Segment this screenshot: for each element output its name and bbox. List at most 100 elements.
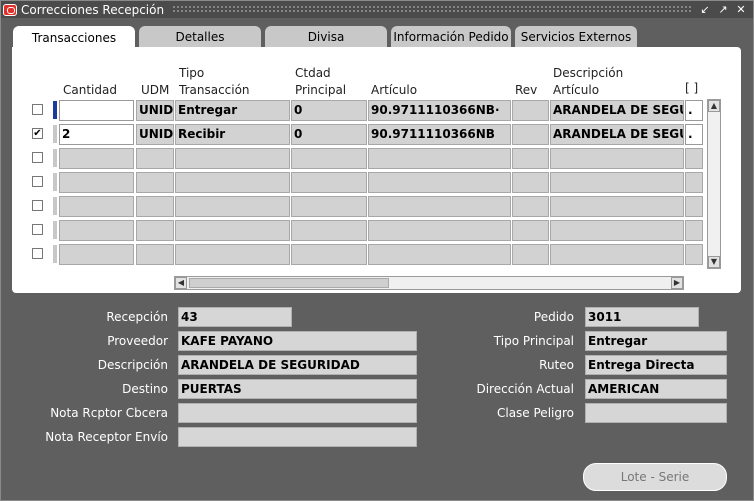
articulo-cell[interactable]: 90.9711110366NB· bbox=[368, 100, 511, 121]
tipo-cell[interactable]: Recibir bbox=[175, 124, 290, 145]
udm-cell[interactable] bbox=[136, 196, 174, 217]
extra-cell[interactable] bbox=[685, 148, 703, 169]
nota-cabecera-field[interactable] bbox=[178, 403, 417, 423]
scroll-left-icon[interactable]: ◀ bbox=[175, 277, 187, 289]
rev-cell[interactable] bbox=[512, 148, 549, 169]
direccion-actual-field[interactable]: AMERICAN bbox=[585, 379, 727, 399]
extra-cell[interactable] bbox=[685, 196, 703, 217]
scroll-thumb[interactable] bbox=[189, 278, 389, 288]
articulo-cell[interactable]: 90.9711110366NB bbox=[368, 124, 511, 145]
tab-servicios-externos[interactable]: Servicios Externos bbox=[515, 26, 637, 48]
scroll-down-icon[interactable]: ▼ bbox=[708, 256, 720, 268]
articulo-cell[interactable] bbox=[368, 172, 511, 193]
row-checkbox[interactable] bbox=[32, 176, 43, 187]
rev-cell[interactable] bbox=[512, 220, 549, 241]
rev-cell[interactable] bbox=[512, 244, 549, 265]
row-checkbox[interactable] bbox=[32, 152, 43, 163]
udm-cell[interactable] bbox=[136, 244, 174, 265]
cantidad-input[interactable] bbox=[59, 172, 134, 193]
cantidad-input[interactable] bbox=[59, 220, 134, 241]
rev-cell[interactable] bbox=[512, 124, 549, 145]
ctdad-cell[interactable]: 0 bbox=[291, 124, 367, 145]
descripcion-cell[interactable]: ARANDELA DE SEGU bbox=[550, 124, 684, 145]
close-icon[interactable]: ✕ bbox=[735, 3, 747, 16]
tipo-cell[interactable] bbox=[175, 244, 290, 265]
rev-cell[interactable] bbox=[512, 172, 549, 193]
cantidad-input[interactable]: 2 bbox=[59, 124, 134, 145]
destino-field[interactable]: PUERTAS bbox=[178, 379, 417, 399]
udm-cell[interactable] bbox=[136, 220, 174, 241]
clase-peligro-field[interactable] bbox=[585, 403, 727, 423]
cantidad-input[interactable] bbox=[59, 100, 134, 121]
extra-cell[interactable]: . bbox=[685, 100, 703, 121]
extra-cell[interactable] bbox=[685, 172, 703, 193]
descripcion-cell[interactable] bbox=[550, 148, 684, 169]
descripcion-cell[interactable] bbox=[550, 172, 684, 193]
rev-cell[interactable] bbox=[512, 100, 549, 121]
articulo-cell[interactable] bbox=[368, 196, 511, 217]
articulo-cell[interactable] bbox=[368, 244, 511, 265]
table-row[interactable] bbox=[12, 172, 741, 193]
ctdad-cell[interactable] bbox=[291, 244, 367, 265]
scroll-up-icon[interactable]: ▲ bbox=[708, 100, 720, 112]
row-checkbox[interactable] bbox=[32, 248, 43, 259]
vertical-scrollbar[interactable]: ▲ ▼ bbox=[707, 99, 721, 269]
row-checkbox[interactable] bbox=[32, 104, 43, 115]
header-articulo: Artículo bbox=[371, 83, 418, 97]
ctdad-cell[interactable]: 0 bbox=[291, 100, 367, 121]
title-bar[interactable]: Correcciones Recepción ↙ ↗ ✕ bbox=[1, 1, 753, 18]
tipo-cell[interactable] bbox=[175, 220, 290, 241]
table-row[interactable]: ✔ 2 UNID. Recibir 0 90.9711110366NB ARAN… bbox=[12, 124, 741, 145]
proveedor-field[interactable]: KAFE PAYANO bbox=[178, 331, 417, 351]
cantidad-input[interactable] bbox=[59, 148, 134, 169]
ruteo-field[interactable]: Entrega Directa bbox=[585, 355, 727, 375]
cantidad-input[interactable] bbox=[59, 244, 134, 265]
extra-cell[interactable] bbox=[685, 220, 703, 241]
table-row[interactable] bbox=[12, 196, 741, 217]
tipo-cell[interactable] bbox=[175, 172, 290, 193]
descripcion-cell[interactable] bbox=[550, 196, 684, 217]
udm-cell[interactable] bbox=[136, 148, 174, 169]
descripcion-cell[interactable] bbox=[550, 244, 684, 265]
tab-detalles[interactable]: Detalles bbox=[139, 26, 261, 48]
maximize-icon[interactable]: ↗ bbox=[717, 3, 729, 16]
extra-cell[interactable]: . bbox=[685, 124, 703, 145]
ctdad-cell[interactable] bbox=[291, 148, 367, 169]
articulo-cell[interactable] bbox=[368, 148, 511, 169]
tipo-cell[interactable]: Entregar bbox=[175, 100, 290, 121]
ctdad-cell[interactable] bbox=[291, 172, 367, 193]
horizontal-scrollbar[interactable]: ◀ ▶ bbox=[174, 276, 684, 290]
tipo-cell[interactable] bbox=[175, 196, 290, 217]
tipo-principal-field[interactable]: Entregar bbox=[585, 331, 727, 351]
row-checkbox[interactable]: ✔ bbox=[32, 128, 43, 139]
cantidad-input[interactable] bbox=[59, 196, 134, 217]
lote-serie-button[interactable]: Lote - Serie bbox=[583, 463, 727, 491]
recepcion-field[interactable]: 43 bbox=[178, 307, 292, 327]
ctdad-cell[interactable] bbox=[291, 196, 367, 217]
pedido-field[interactable]: 3011 bbox=[585, 307, 699, 327]
scroll-right-icon[interactable]: ▶ bbox=[671, 277, 683, 289]
tipo-cell[interactable] bbox=[175, 148, 290, 169]
tab-informacion-pedido[interactable]: Información Pedido bbox=[391, 26, 511, 48]
tab-divisa[interactable]: Divisa bbox=[265, 26, 387, 48]
row-checkbox[interactable] bbox=[32, 224, 43, 235]
descripcion-cell[interactable] bbox=[550, 220, 684, 241]
udm-cell[interactable]: UNID. bbox=[136, 100, 174, 121]
ctdad-cell[interactable] bbox=[291, 220, 367, 241]
rev-cell[interactable] bbox=[512, 196, 549, 217]
table-row[interactable] bbox=[12, 244, 741, 265]
tab-transacciones[interactable]: Transacciones bbox=[13, 26, 135, 50]
table-row[interactable] bbox=[12, 220, 741, 241]
table-row[interactable] bbox=[12, 148, 741, 169]
articulo-cell[interactable] bbox=[368, 220, 511, 241]
nota-envio-field[interactable] bbox=[178, 427, 417, 447]
descripcion-field[interactable]: ARANDELA DE SEGURIDAD bbox=[178, 355, 417, 375]
udm-cell[interactable]: UNID. bbox=[136, 124, 174, 145]
udm-cell[interactable] bbox=[136, 172, 174, 193]
table-row[interactable]: UNID. Entregar 0 90.9711110366NB· ARANDE… bbox=[12, 100, 741, 121]
row-checkbox[interactable] bbox=[32, 200, 43, 211]
descripcion-cell[interactable]: ARANDELA DE SEGU bbox=[550, 100, 684, 121]
extra-cell[interactable] bbox=[685, 244, 703, 265]
row-marker bbox=[53, 197, 57, 215]
minimize-icon[interactable]: ↙ bbox=[699, 3, 711, 16]
